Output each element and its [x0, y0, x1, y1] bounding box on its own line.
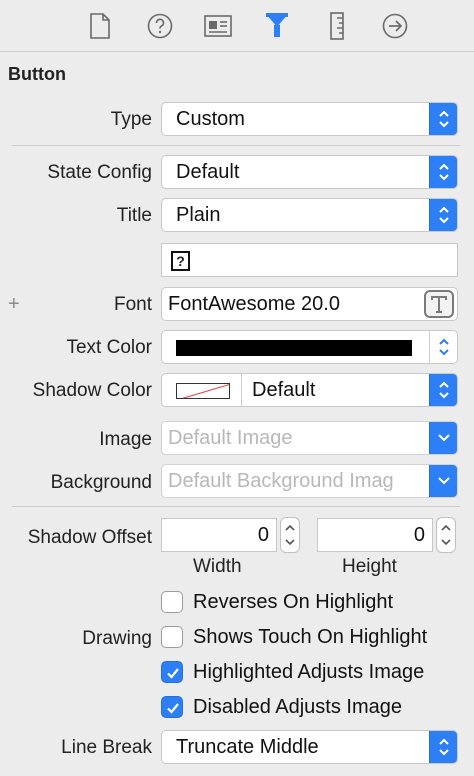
shadow-offset-height-value: 0	[413, 524, 425, 546]
font-value: FontAwesome 20.0	[168, 293, 340, 315]
size-icon[interactable]	[322, 11, 352, 41]
width-stepper[interactable]	[280, 517, 300, 553]
separator	[12, 145, 460, 146]
drawing-label: Drawing	[82, 628, 152, 649]
up-down-icon	[429, 199, 457, 231]
divider	[241, 374, 242, 406]
height-caption: Height	[342, 556, 397, 577]
reverses-on-highlight-label[interactable]: Reverses On Highlight	[193, 591, 393, 614]
reverses-on-highlight-checkbox[interactable]	[161, 591, 183, 613]
separator	[12, 506, 460, 507]
section-title: Button	[8, 64, 66, 84]
type-popup[interactable]: Custom	[161, 102, 458, 136]
shadow-color-value: Default	[252, 379, 316, 401]
file-icon[interactable]	[85, 11, 115, 41]
connections-icon[interactable]	[380, 11, 410, 41]
up-down-icon	[429, 731, 457, 763]
image-combo[interactable]: Default Image	[161, 421, 458, 455]
background-label: Background	[50, 472, 152, 493]
shadow-color-popup[interactable]: Default	[161, 373, 458, 407]
attributes-icon[interactable]	[262, 11, 292, 41]
highlighted-adjusts-image-label[interactable]: Highlighted Adjusts Image	[193, 661, 424, 684]
shows-touch-on-highlight-label[interactable]: Shows Touch On Highlight	[193, 626, 427, 649]
text-color-popup[interactable]	[161, 330, 458, 364]
title-popup[interactable]: Plain	[161, 198, 458, 232]
type-label: Type	[110, 109, 152, 130]
highlighted-adjusts-image-checkbox[interactable]	[161, 661, 183, 683]
font-field[interactable]: FontAwesome 20.0	[161, 287, 458, 321]
title-label: Title	[116, 205, 152, 226]
disabled-adjusts-image-label[interactable]: Disabled Adjusts Image	[193, 696, 402, 719]
disabled-adjusts-image-checkbox[interactable]	[161, 696, 183, 718]
background-combo[interactable]: Default Background Imag	[161, 464, 458, 498]
title-value: Plain	[176, 204, 221, 226]
shadow-offset-width-field[interactable]: 0	[161, 518, 277, 552]
text-color-label: Text Color	[66, 337, 152, 358]
checkmark-icon	[167, 703, 179, 714]
identity-icon[interactable]	[203, 11, 233, 41]
up-down-icon	[429, 374, 457, 406]
state-config-popup[interactable]: Default	[161, 155, 458, 189]
image-label: Image	[99, 429, 152, 450]
background-placeholder: Default Background Imag	[168, 470, 394, 492]
up-down-icon	[429, 156, 457, 188]
add-font-variation-button[interactable]: +	[8, 293, 20, 316]
inspector-toolbar	[0, 0, 474, 52]
shadow-offset-label: Shadow Offset	[27, 527, 152, 548]
shadow-color-label: Shadow Color	[32, 380, 152, 401]
font-picker-icon[interactable]	[424, 290, 454, 318]
line-break-popup[interactable]: Truncate Middle	[161, 730, 458, 764]
image-placeholder: Default Image	[168, 427, 293, 449]
state-config-value: Default	[176, 161, 240, 183]
checkmark-icon	[167, 668, 179, 679]
shows-touch-on-highlight-checkbox[interactable]	[161, 626, 183, 648]
shadow-offset-width-value: 0	[257, 524, 269, 546]
line-break-value: Truncate Middle	[176, 736, 319, 758]
width-caption: Width	[193, 556, 242, 577]
color-swatch	[176, 340, 412, 356]
missing-glyph-icon: ?	[171, 251, 190, 271]
line-break-label: Line Break	[61, 737, 152, 758]
font-label: Font	[113, 294, 152, 315]
type-value: Custom	[176, 108, 245, 130]
state-config-label: State Config	[47, 162, 152, 183]
chevron-down-icon[interactable]	[429, 465, 457, 497]
height-stepper[interactable]	[436, 517, 456, 553]
shadow-offset-height-field[interactable]: 0	[317, 518, 433, 552]
up-down-icon	[429, 103, 457, 135]
up-down-icon	[429, 331, 457, 363]
clear-color-swatch	[176, 383, 230, 399]
title-text-field[interactable]: ?	[161, 243, 458, 277]
chevron-down-icon[interactable]	[429, 422, 457, 454]
help-icon[interactable]	[145, 11, 175, 41]
